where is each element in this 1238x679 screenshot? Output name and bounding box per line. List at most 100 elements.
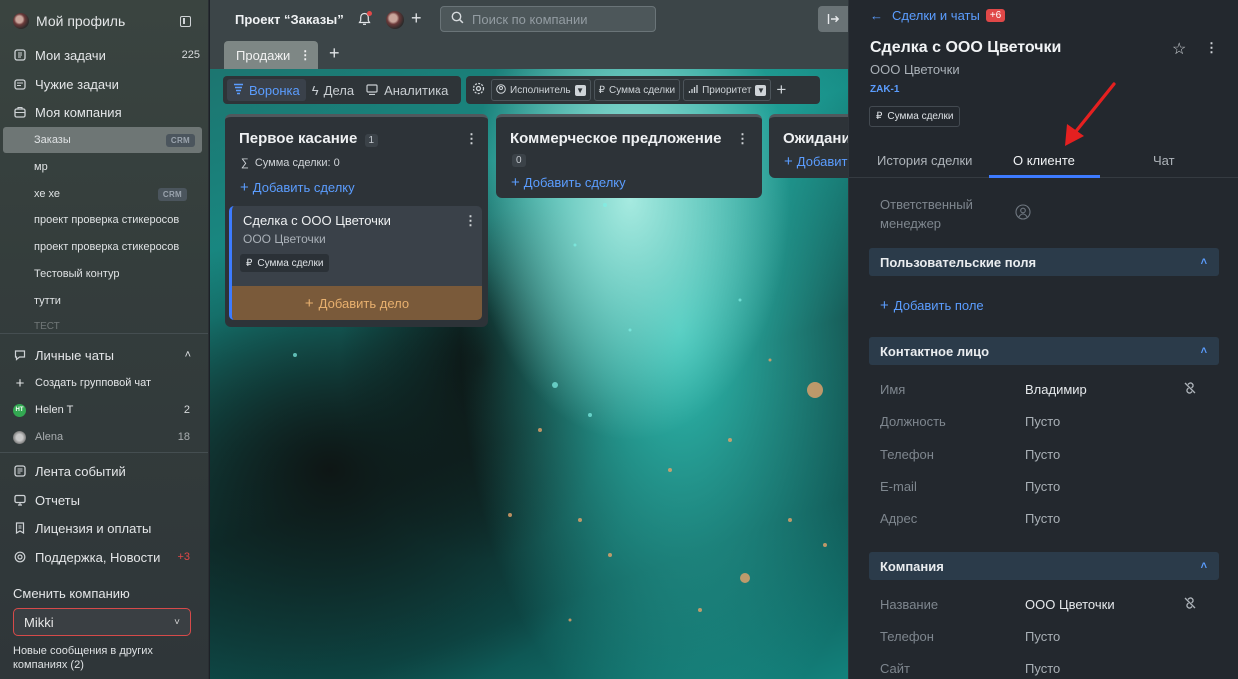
company-item-zakazy[interactable]: Заказы CRM xyxy=(34,130,200,150)
company-item-hehe[interactable]: хе хе CRM xyxy=(34,184,200,204)
company-item-stickers-2[interactable]: проект проверка стикеросов xyxy=(34,237,187,257)
section-contact[interactable]: Контактное лицо ˄ xyxy=(869,337,1219,365)
add-deal-link[interactable]: + Добавить сделку xyxy=(511,174,626,191)
field-label-company-name: Название xyxy=(880,597,939,612)
add-task-label: Добавить дело xyxy=(318,295,410,311)
field-value-phone[interactable]: Пусто xyxy=(1025,447,1060,462)
field-label-address: Адрес xyxy=(880,511,918,526)
project-title[interactable]: Проект “Заказы” xyxy=(235,12,344,27)
view-analytics[interactable]: Аналитика xyxy=(360,79,454,101)
deal-tabs: История сделки О клиенте Чат xyxy=(849,144,1238,178)
add-deal-link[interactable]: +Добавить xyxy=(784,153,848,170)
sidebar-item-feed[interactable]: Лента событий xyxy=(13,461,200,481)
unlink-icon[interactable] xyxy=(1183,596,1197,613)
feed-icon xyxy=(13,464,27,478)
add-icon[interactable]: + xyxy=(411,8,422,29)
add-field-link[interactable]: + Добавить поле xyxy=(880,297,984,314)
kebab-icon[interactable]: ⋮ xyxy=(464,214,477,227)
filter-deal-sum[interactable]: ₽ Сумма сделки xyxy=(593,79,681,101)
column-count: 0 xyxy=(512,154,526,167)
switch-company-label: Сменить компанию xyxy=(13,586,130,601)
add-tab-icon[interactable]: + xyxy=(329,43,340,64)
add-filter-icon[interactable]: + xyxy=(776,80,786,100)
column-sum-text: Сумма сделки: 0 xyxy=(254,157,340,169)
divider xyxy=(0,452,208,453)
sidebar-item-label: Поддержка, Новости xyxy=(35,549,161,565)
user-icon[interactable] xyxy=(1015,204,1031,223)
personal-chats-header[interactable]: Личные чаты ˄ xyxy=(13,345,200,365)
field-value-name[interactable]: Владимир xyxy=(1025,382,1087,397)
company-item-tutti[interactable]: тутти xyxy=(34,291,200,311)
plus-icon: + xyxy=(15,374,25,392)
gear-icon[interactable] xyxy=(472,82,485,98)
column-commercial-offer: Коммерческое предложение ⋮ 0 + Добавить с… xyxy=(496,114,762,198)
exit-icon[interactable] xyxy=(818,6,848,32)
tab-chat[interactable]: Чат xyxy=(1153,153,1175,168)
user-avatar[interactable] xyxy=(386,11,404,29)
search-icon xyxy=(451,11,464,27)
view-funnel[interactable]: Воронка xyxy=(227,79,306,101)
view-switcher: Воронка ϟ Дела Аналитика xyxy=(223,76,461,104)
field-value-company-name[interactable]: ООО Цветочки xyxy=(1025,597,1115,612)
company-item-stickers-1[interactable]: проект проверка стикеросов xyxy=(34,210,187,230)
sigma-icon: ∑ xyxy=(241,157,249,169)
filter-label: Приоритет xyxy=(702,84,752,96)
section-company[interactable]: Компания ˄ xyxy=(869,552,1219,580)
tab-about-client[interactable]: О клиенте xyxy=(1013,153,1075,168)
sidebar-item-reports[interactable]: Отчеты xyxy=(13,490,200,510)
field-value-email[interactable]: Пусто xyxy=(1025,479,1060,494)
company-item-test[interactable]: ТЕСТ xyxy=(34,318,200,332)
company-item-label: хе хе xyxy=(34,188,61,200)
add-task-button[interactable]: + Добавить дело xyxy=(232,286,482,320)
arrow-left-icon: ← xyxy=(870,8,883,23)
company-item-test-contour[interactable]: Тестовый контур xyxy=(34,264,200,284)
deal-card-title: Сделка с ООО Цветочки xyxy=(243,213,391,228)
add-deal-link[interactable]: + Добавить сделку xyxy=(240,179,355,196)
tag-label: Сумма сделки xyxy=(887,111,954,122)
bell-icon[interactable] xyxy=(358,11,372,29)
section-custom-fields[interactable]: Пользовательские поля ˄ xyxy=(869,248,1219,276)
sidebar-item-my-company[interactable]: Моя компания xyxy=(13,102,200,122)
field-value-position[interactable]: Пусто xyxy=(1025,414,1060,429)
chart-icon xyxy=(366,83,378,98)
chat-item-alena[interactable]: Alena 18 xyxy=(13,427,200,447)
field-value-company-site[interactable]: Пусто xyxy=(1025,661,1060,676)
section-title: Компания xyxy=(880,558,944,574)
manager-label: Ответственный менеджер xyxy=(880,197,973,231)
company-item-mr[interactable]: мр xyxy=(34,157,200,177)
panel-toggle-icon[interactable] xyxy=(180,15,191,27)
deal-card[interactable]: Сделка с ООО Цветочки ⋮ ООО Цветочки ₽ Су… xyxy=(229,206,482,320)
crm-badge: CRM xyxy=(157,187,187,201)
back-badge: +6 xyxy=(985,9,1006,22)
view-tasks[interactable]: ϟ Дела xyxy=(306,79,360,101)
company-select[interactable]: Mikki ˅ xyxy=(13,608,191,636)
company-item-label: тутти xyxy=(34,295,61,307)
search-box[interactable]: Поиск по компании xyxy=(440,6,656,32)
profile-link[interactable]: Мой профиль xyxy=(13,11,200,31)
chevron-up-icon[interactable]: ˄ xyxy=(185,349,191,361)
back-link[interactable]: ← Сделки и чаты +6 xyxy=(870,8,1006,23)
unlink-icon[interactable] xyxy=(1183,381,1197,398)
tab-history[interactable]: История сделки xyxy=(877,153,972,168)
chat-item-helen[interactable]: HT Helen T 2 xyxy=(13,400,200,420)
ruble-icon: ₽ xyxy=(598,84,606,96)
kebab-icon[interactable]: ⋮ xyxy=(1205,40,1218,56)
filter-priority[interactable]: Приоритет ▼ xyxy=(683,79,772,101)
create-group-chat[interactable]: + Создать групповой чат xyxy=(13,373,200,393)
sidebar-item-support[interactable]: Поддержка, Новости +3 xyxy=(13,547,200,567)
field-value-address[interactable]: Пусто xyxy=(1025,511,1060,526)
sidebar-item-license[interactable]: Лицензия и оплаты xyxy=(13,518,200,538)
new-messages-note[interactable]: Новые сообщения в других компаниях (2) xyxy=(13,644,193,672)
filter-assignee[interactable]: Исполнитель ▼ xyxy=(491,79,591,101)
filter-bar: Исполнитель ▼ ₽ Сумма сделки Приоритет ▼… xyxy=(466,76,820,104)
back-label: Сделки и чаты xyxy=(892,8,980,23)
sidebar-item-my-tasks[interactable]: Мои задачи 225 xyxy=(13,45,200,65)
star-icon[interactable]: ☆ xyxy=(1172,39,1186,59)
search-input[interactable]: Поиск по компании xyxy=(472,12,588,27)
kebab-icon[interactable]: ⋮ xyxy=(299,48,311,62)
kebab-icon[interactable]: ⋮ xyxy=(465,132,478,145)
field-value-company-phone[interactable]: Пусто xyxy=(1025,629,1060,644)
sidebar-item-other-tasks[interactable]: Чужие задачи xyxy=(13,74,200,94)
kebab-icon[interactable]: ⋮ xyxy=(736,132,749,145)
tab-sales[interactable]: Продажи ⋮ xyxy=(224,41,318,69)
